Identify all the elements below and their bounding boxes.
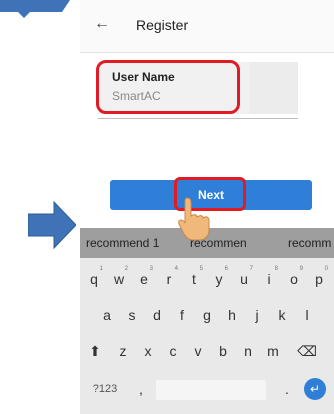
key-n[interactable]: n bbox=[237, 336, 259, 366]
shift-icon[interactable]: ⬆ bbox=[84, 336, 106, 366]
pointer-arrow-icon bbox=[28, 200, 76, 250]
key-b[interactable]: b bbox=[212, 336, 234, 366]
key-c[interactable]: c bbox=[162, 336, 184, 366]
key-p[interactable]: p0 bbox=[308, 264, 330, 294]
keyboard-row-1: q1 w2 e3 r4 t5 y6 u7 i8 o9 p0 bbox=[80, 264, 334, 300]
key-f[interactable]: f bbox=[171, 300, 193, 330]
key-v[interactable]: v bbox=[187, 336, 209, 366]
key-t[interactable]: t5 bbox=[183, 264, 205, 294]
app-bar: ← Register bbox=[80, 0, 334, 53]
key-j[interactable]: j bbox=[246, 300, 268, 330]
key-h[interactable]: h bbox=[221, 300, 243, 330]
key-m[interactable]: m bbox=[262, 336, 284, 366]
key-r[interactable]: r4 bbox=[158, 264, 180, 294]
space-key[interactable] bbox=[156, 380, 266, 400]
suggestion-item[interactable]: recommend 1 bbox=[86, 228, 159, 258]
hand-pointer-icon bbox=[178, 197, 210, 241]
backspace-icon[interactable]: ⌫ bbox=[296, 336, 318, 366]
suggestion-item[interactable]: recomm bbox=[288, 228, 331, 258]
key-g[interactable]: g bbox=[196, 300, 218, 330]
key-i[interactable]: i8 bbox=[258, 264, 280, 294]
symbols-key[interactable]: ?123 bbox=[88, 374, 122, 404]
keyboard: q1 w2 e3 r4 t5 y6 u7 i8 o9 p0 a s d f g … bbox=[80, 258, 334, 414]
enter-icon[interactable]: ↵ bbox=[304, 378, 326, 400]
key-s[interactable]: s bbox=[121, 300, 143, 330]
key-l[interactable]: l bbox=[296, 300, 318, 330]
username-field-edge bbox=[250, 62, 298, 114]
username-highlight-box bbox=[96, 60, 240, 114]
keyboard-row-4: ?123 , . ↵ bbox=[80, 374, 334, 410]
key-q[interactable]: q1 bbox=[83, 264, 105, 294]
key-period[interactable]: . bbox=[276, 374, 298, 404]
keyboard-row-2: a s d f g h j k l bbox=[80, 300, 334, 336]
key-k[interactable]: k bbox=[271, 300, 293, 330]
back-arrow-icon[interactable]: ← bbox=[94, 15, 110, 33]
key-y[interactable]: y6 bbox=[208, 264, 230, 294]
key-z[interactable]: z bbox=[112, 336, 134, 366]
key-comma[interactable]: , bbox=[130, 374, 152, 404]
key-u[interactable]: u7 bbox=[233, 264, 255, 294]
key-a[interactable]: a bbox=[96, 300, 118, 330]
key-w[interactable]: w2 bbox=[108, 264, 130, 294]
key-x[interactable]: x bbox=[137, 336, 159, 366]
field-underline bbox=[98, 118, 298, 119]
key-d[interactable]: d bbox=[146, 300, 168, 330]
keyboard-row-3: ⬆ z x c v b n m ⌫ bbox=[80, 336, 334, 372]
key-o[interactable]: o9 bbox=[283, 264, 305, 294]
top-left-arrow-icon bbox=[0, 0, 70, 18]
key-e[interactable]: e3 bbox=[133, 264, 155, 294]
page-title: Register bbox=[136, 17, 189, 33]
